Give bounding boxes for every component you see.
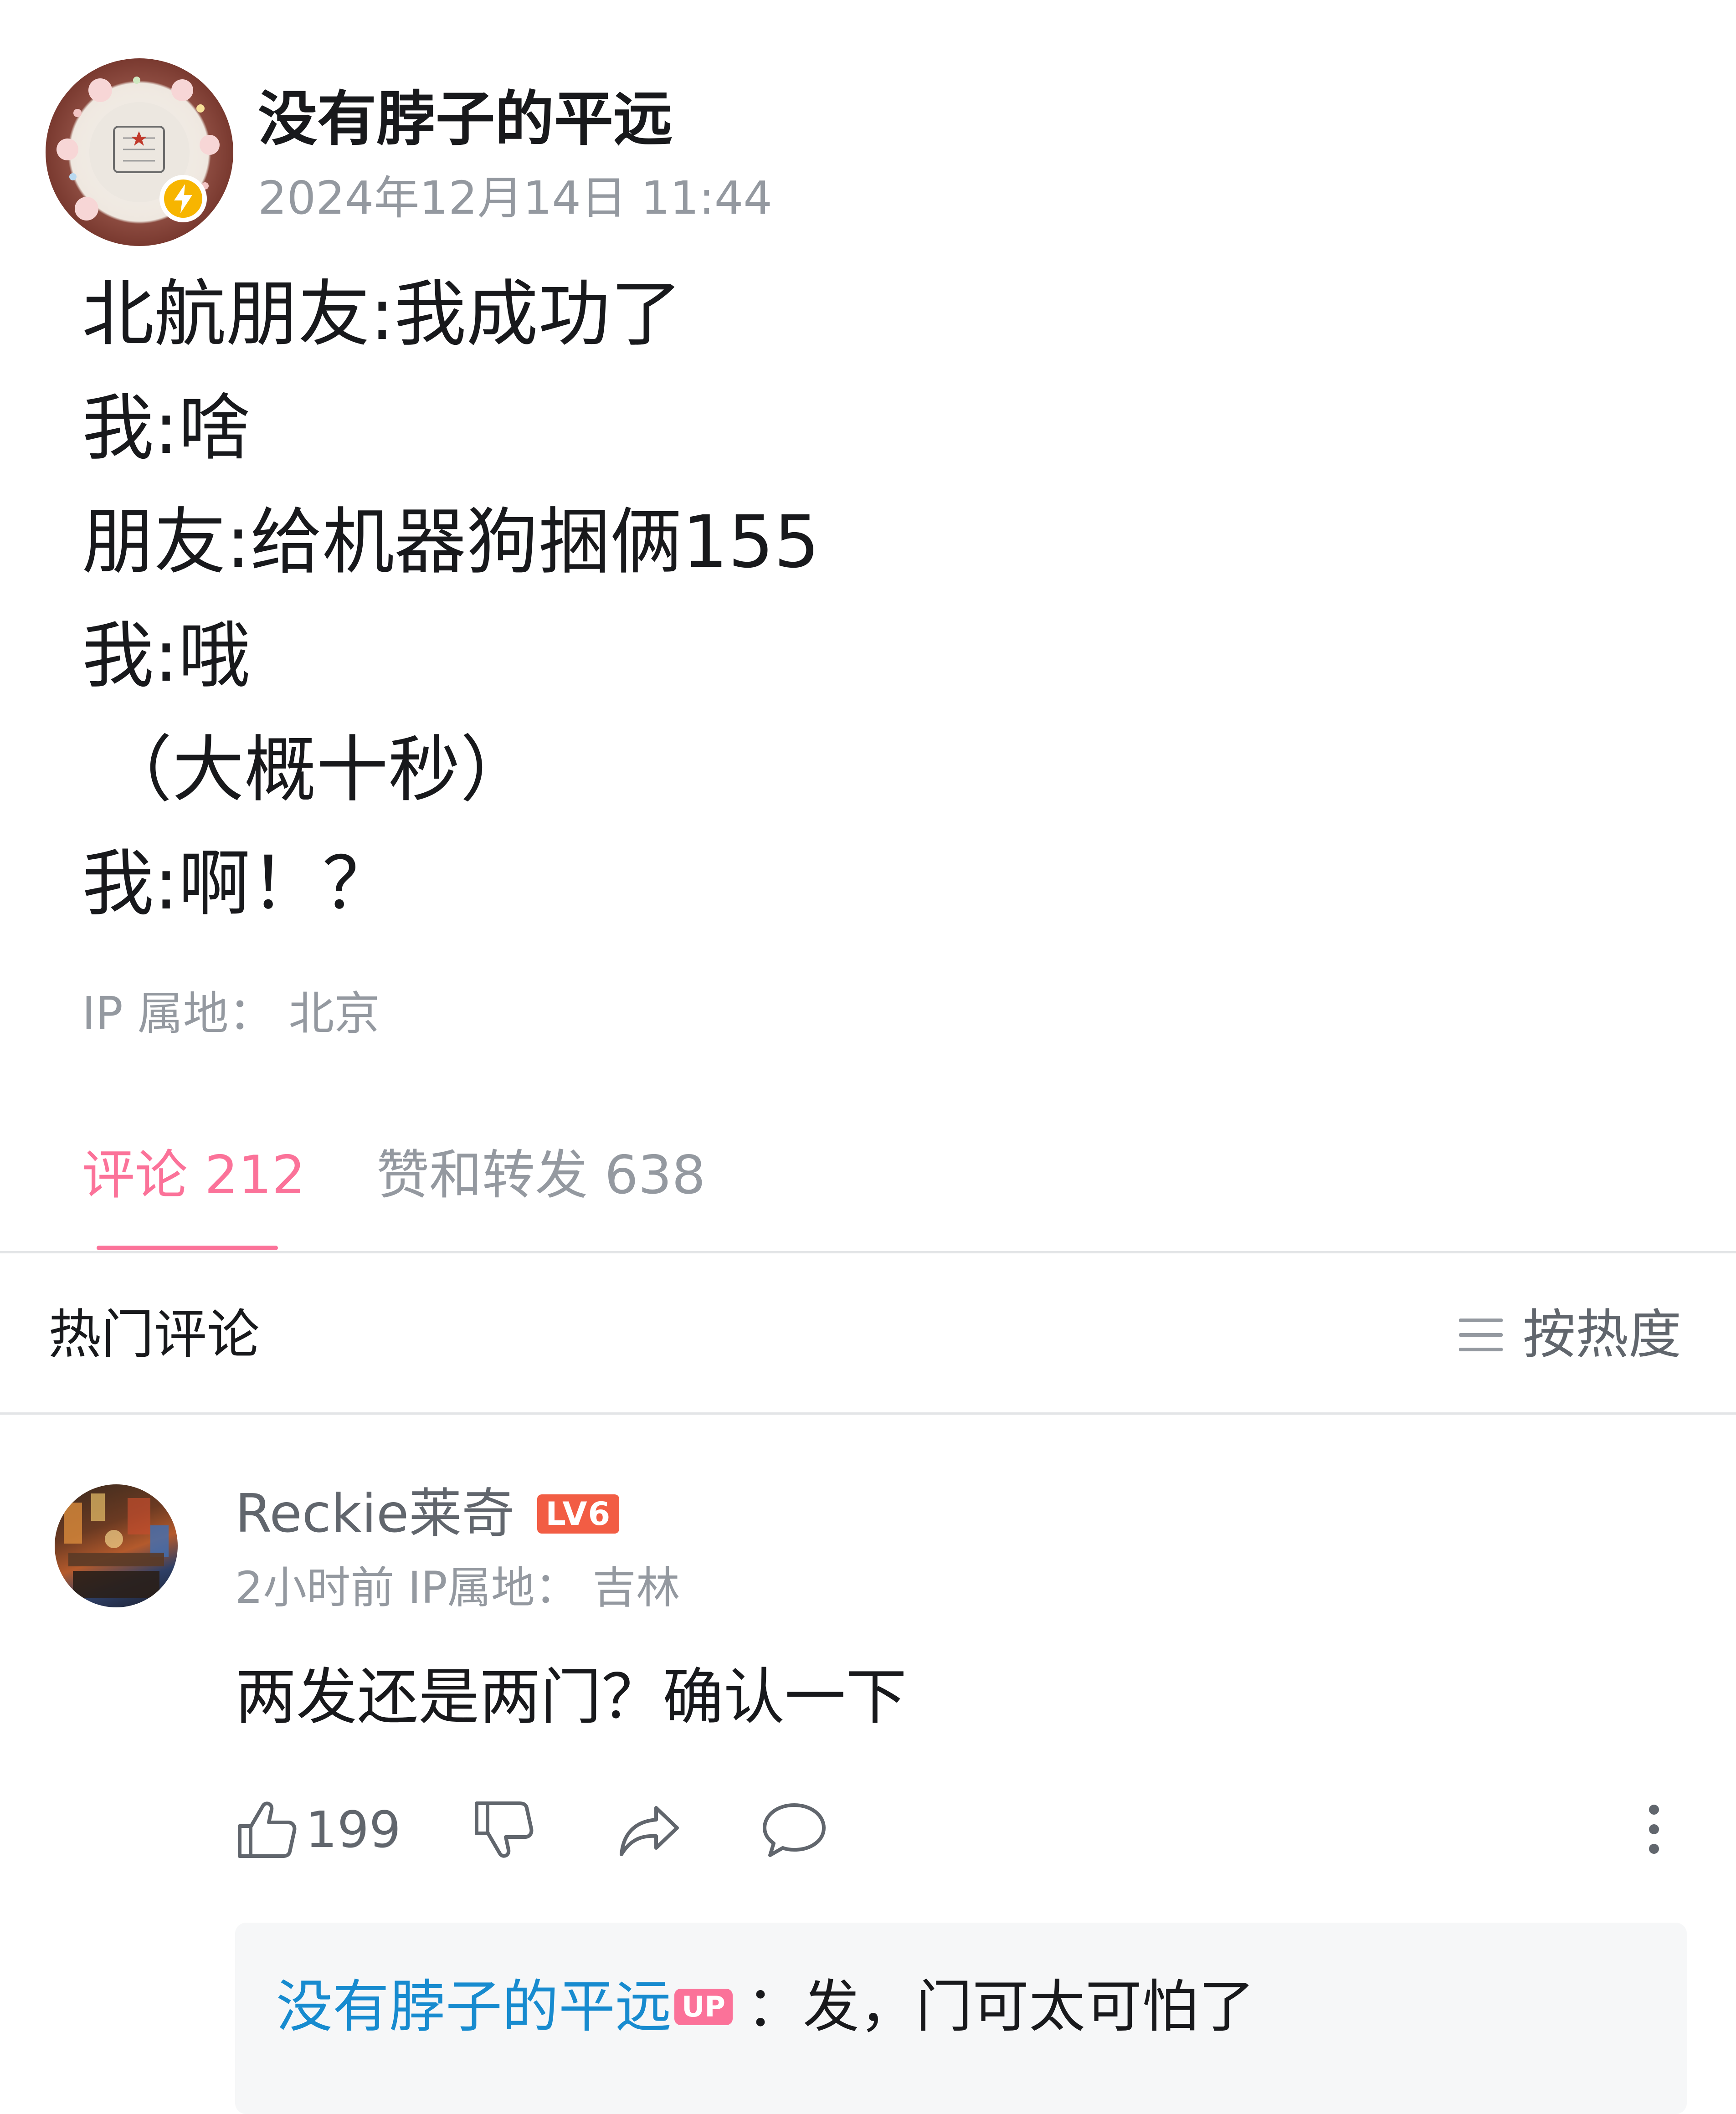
sort-button[interactable]: 按热度 [1458,1303,1681,1367]
commenter-name[interactable]: Reckie莱奇 [235,1480,514,1548]
tab-likes-reposts[interactable]: 赞和转发 638 [376,1144,705,1207]
level-badge: LV6 [537,1494,620,1534]
reply-button[interactable] [761,1793,827,1866]
post-text-line: 我:啥 [82,386,251,470]
post-text-line: 我:啊！？ [82,842,395,926]
reply-author[interactable]: 没有脖子的平远 [276,1968,672,2046]
share-icon [620,1806,679,1856]
dislike-button[interactable] [472,1793,534,1866]
comment-text: 两发还是两门？确认一下 [235,1662,907,1733]
verified-badge [159,175,207,222]
thumb-up-icon [238,1801,297,1858]
menu-lines-icon [1459,1319,1503,1351]
author-avatar[interactable] [46,58,233,246]
hot-comments-title: 热门评论 [48,1304,260,1365]
reply-bubble-icon [763,1803,826,1857]
up-badge: UP [674,1989,733,2025]
thumb-down-icon [475,1801,534,1858]
commenter-avatar[interactable] [55,1484,178,1607]
divider [0,1251,1736,1253]
post-text-line: （大概十秒） [100,728,532,812]
post-timestamp: 2024年12月14日 11:44 [258,171,772,225]
more-options-button[interactable] [1631,1800,1677,1859]
post-text-line: 朋友:给机器狗捆俩155 [82,500,820,584]
post-text-line: 我:哦 [82,614,251,698]
like-button[interactable]: 199 [235,1793,401,1866]
reply-preview: 没有脖子的平远 UP ：发，门可太可怕了 [276,1968,1255,2046]
comment-meta: 2小时前 IP属地： 吉林 [235,1562,680,1613]
post-ip-location: IP 属地： 北京 [82,987,380,1040]
lightning-icon [174,184,192,213]
avatar-sketch-icon [56,77,220,221]
reply-text: ：发，门可太可怕了 [746,1974,1255,2040]
more-vertical-icon [1649,1805,1659,1854]
divider [0,1412,1736,1415]
active-tab-indicator [97,1246,278,1250]
author-name[interactable]: 没有脖子的平远 [258,85,673,153]
share-button[interactable] [618,1793,682,1866]
tab-comments[interactable]: 评论 212 [82,1144,305,1207]
post-text-line: 北航朋友:我成功了 [82,272,683,356]
sort-label: 按热度 [1523,1304,1681,1365]
like-count: 199 [305,1801,401,1859]
commenter-info: Reckie莱奇 LV6 [235,1480,620,1548]
avatar-photo-icon [64,1493,169,1598]
